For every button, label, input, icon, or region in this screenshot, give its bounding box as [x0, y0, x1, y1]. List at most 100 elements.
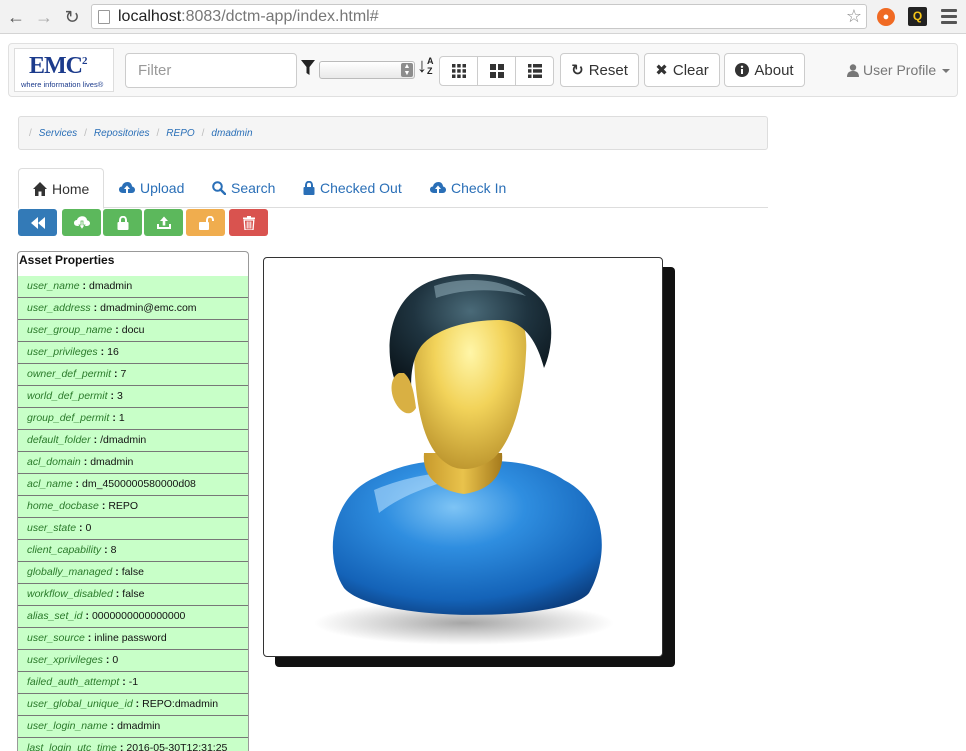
property-row: workflow_disabled: false [18, 584, 248, 606]
filter-input[interactable] [125, 53, 297, 88]
property-row: user_source: inline password [18, 628, 248, 650]
breadcrumb: / Services / Repositories / REPO / dmadmin [18, 116, 768, 150]
property-value: 2016-05-30T12:31:25 [126, 742, 228, 751]
back-arrow-icon[interactable]: ← [5, 6, 27, 28]
th-large-icon [489, 64, 504, 78]
lock-button[interactable] [103, 209, 142, 236]
property-value: dmadmin [89, 280, 133, 292]
property-value: REPO:dmadmin [142, 698, 219, 710]
property-value: 0 [112, 654, 119, 666]
property-key: failed_auth_attempt [27, 676, 120, 688]
property-key: user_global_unique_id [27, 698, 133, 710]
property-value: 0000000000000000 [91, 610, 186, 622]
property-key: user_login_name [27, 720, 108, 732]
th-list-icon [527, 64, 542, 78]
property-row: acl_domain: dmadmin [18, 452, 248, 474]
cloud-upload-icon [430, 182, 446, 193]
filter-icon [301, 60, 315, 75]
breadcrumb-separator: / [29, 127, 32, 139]
property-key: workflow_disabled [27, 588, 113, 600]
delete-button[interactable] [229, 209, 268, 236]
back-button[interactable] [18, 209, 57, 236]
property-key: user_privileges [27, 346, 98, 358]
extension-icon[interactable]: ● [877, 8, 895, 26]
property-row: failed_auth_attempt: -1 [18, 672, 248, 694]
address-bar[interactable]: localhost:8083/dctm-app/index.html# ☆ [91, 4, 867, 29]
property-value: docu [121, 324, 145, 336]
user-avatar [314, 273, 614, 645]
th-icon [451, 64, 466, 78]
property-key: default_folder [27, 434, 91, 446]
about-button[interactable]: About [724, 53, 805, 87]
property-row: globally_managed: false [18, 562, 248, 584]
tab-home[interactable]: Home [18, 168, 105, 209]
property-key: user_name [27, 280, 80, 292]
property-value: dm_4500000580000d08 [82, 478, 196, 490]
tab-bar: Home Upload Search Checked Out Check In [18, 168, 768, 209]
home-icon [33, 181, 47, 196]
extension-icon[interactable]: Q [908, 7, 927, 26]
unlock-button[interactable] [186, 209, 225, 236]
property-key: home_docbase [27, 500, 99, 512]
select-arrows-icon: ▲ ▼ [401, 63, 413, 77]
page-icon [98, 10, 110, 24]
property-key: globally_managed [27, 566, 113, 578]
breadcrumb-link[interactable]: Services [39, 128, 77, 139]
breadcrumb-link[interactable]: dmadmin [211, 128, 252, 139]
property-key: user_source [27, 632, 85, 644]
browser-menu-icon[interactable] [941, 9, 957, 27]
url-text: localhost:8083/dctm-app/index.html# [118, 8, 379, 25]
property-row: acl_name: dm_4500000580000d08 [18, 474, 248, 496]
property-key: group_def_permit [27, 412, 110, 424]
close-icon: ✖ [655, 62, 668, 79]
property-value: /dmadmin [100, 434, 147, 446]
property-row: client_capability:8 [18, 540, 248, 562]
asset-properties-title: Asset Properties [19, 253, 115, 267]
breadcrumb-separator: / [84, 127, 87, 139]
property-row: default_folder:/dmadmin [18, 430, 248, 452]
property-value: dmadmin [90, 456, 134, 468]
app-navbar: EMC2 where information lives® ▲▼ ↓AZ ↻Re… [8, 43, 958, 97]
lock-icon [303, 181, 315, 195]
emc-logo[interactable]: EMC2 where information lives® [14, 48, 114, 92]
breadcrumb-link[interactable]: Repositories [94, 128, 150, 139]
property-row: alias_set_id:0000000000000000 [18, 606, 248, 628]
large-grid-view-button[interactable] [477, 56, 516, 86]
property-row: user_name: dmadmin [18, 276, 248, 298]
tab-check-in[interactable]: Check In [430, 168, 506, 208]
reload-icon[interactable]: ↻ [61, 6, 83, 28]
download-button[interactable] [62, 209, 101, 236]
property-key: last_login_utc_time [27, 742, 117, 751]
breadcrumb-link[interactable]: REPO [166, 128, 194, 139]
tab-checked-out[interactable]: Checked Out [303, 168, 402, 208]
tab-upload[interactable]: Upload [119, 168, 184, 208]
reset-button[interactable]: ↻ Reset [560, 53, 639, 87]
breadcrumb-separator: / [156, 127, 160, 139]
export-icon [156, 216, 171, 229]
tab-search[interactable]: Search [212, 168, 275, 208]
property-value: dmadmin [117, 720, 161, 732]
sort-field-select[interactable]: ▲ ▼ [319, 61, 415, 79]
user-profile-dropdown[interactable]: User Profile [847, 62, 951, 78]
properties-list: user_name: dmadmin user_address: dmadmin@em… [18, 276, 248, 751]
property-value: 0 [85, 522, 92, 534]
bookmark-star-icon[interactable]: ☆ [846, 6, 862, 27]
breadcrumb-separator: / [201, 127, 205, 139]
property-row: world_def_permit:3 [18, 386, 248, 408]
list-view-button[interactable] [515, 56, 554, 86]
clear-button[interactable]: ✖ Clear [644, 53, 720, 87]
search-icon [212, 181, 226, 195]
property-value: 16 [107, 346, 119, 358]
export-button[interactable] [144, 209, 183, 236]
cloud-upload-icon [119, 182, 135, 193]
asset-properties-panel: Asset Properties user_name: dmadmin user_a… [17, 251, 249, 751]
lock-icon [117, 215, 128, 230]
property-key: acl_name [27, 478, 73, 490]
view-mode-group [439, 56, 554, 86]
small-grid-view-button[interactable] [439, 56, 478, 86]
cloud-download-icon [73, 215, 90, 230]
property-key: owner_def_permit [27, 368, 112, 380]
property-row: user_login_name: dmadmin [18, 716, 248, 738]
forward-arrow-icon[interactable]: → [33, 6, 55, 28]
property-value: 8 [110, 544, 117, 556]
